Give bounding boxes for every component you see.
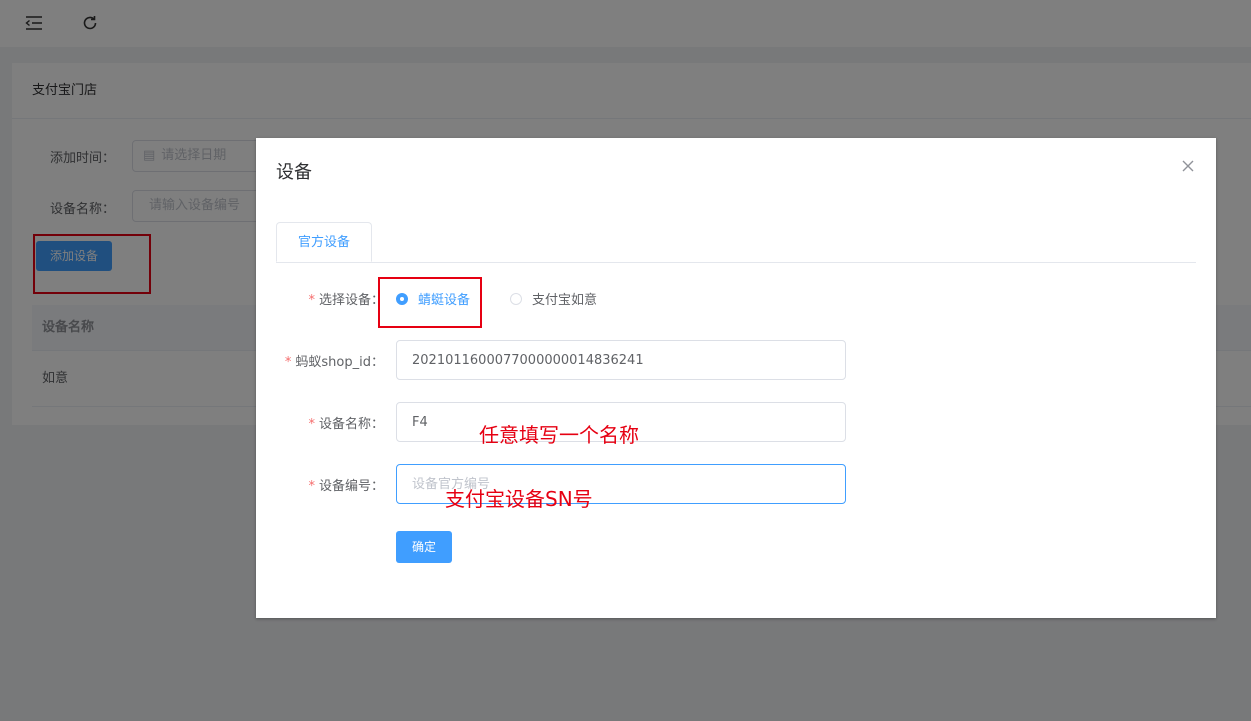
- device-number-label: * 设备编号：: [276, 475, 384, 494]
- select-device-label: * 选择设备：: [276, 289, 384, 308]
- required-mark: *: [308, 417, 315, 432]
- radio-unchecked-icon: [510, 292, 522, 305]
- device-number-input[interactable]: [396, 464, 846, 504]
- required-mark: *: [308, 479, 315, 494]
- dialog-title: 设备: [276, 162, 312, 183]
- shop-id-label-text: 蚂蚁shop_id：: [295, 355, 384, 370]
- required-mark: *: [284, 355, 292, 370]
- shop-id-label: * 蚂蚁shop_id：: [276, 351, 384, 370]
- radio-checked-icon: [396, 292, 408, 305]
- close-icon[interactable]: [1180, 158, 1196, 174]
- device-name-label: * 设备名称：: [276, 413, 384, 432]
- required-mark: *: [308, 293, 315, 308]
- device-name-label-text: 设备名称：: [318, 417, 384, 432]
- tabs-bar: 官方设备: [276, 222, 1196, 263]
- confirm-button[interactable]: 确定: [396, 531, 452, 563]
- radio-alipay-ruyi-label: 支付宝如意: [532, 293, 598, 308]
- tab-official-device[interactable]: 官方设备: [276, 222, 372, 262]
- shop-id-input[interactable]: [396, 340, 846, 380]
- radio-dragonfly-label: 蜻蜓设备: [418, 293, 471, 308]
- select-device-label-text: 选择设备：: [318, 293, 384, 308]
- device-dialog: 设备 官方设备 *选择设备： 蜻蜓设备 支付宝如意 *蚂蚁shop_id： *设…: [256, 138, 1216, 618]
- device-number-label-text: 设备编号：: [318, 479, 384, 494]
- device-name-input[interactable]: [396, 402, 846, 442]
- radio-dragonfly-device[interactable]: 蜻蜓设备: [396, 289, 470, 308]
- radio-alipay-ruyi[interactable]: 支付宝如意: [510, 289, 597, 308]
